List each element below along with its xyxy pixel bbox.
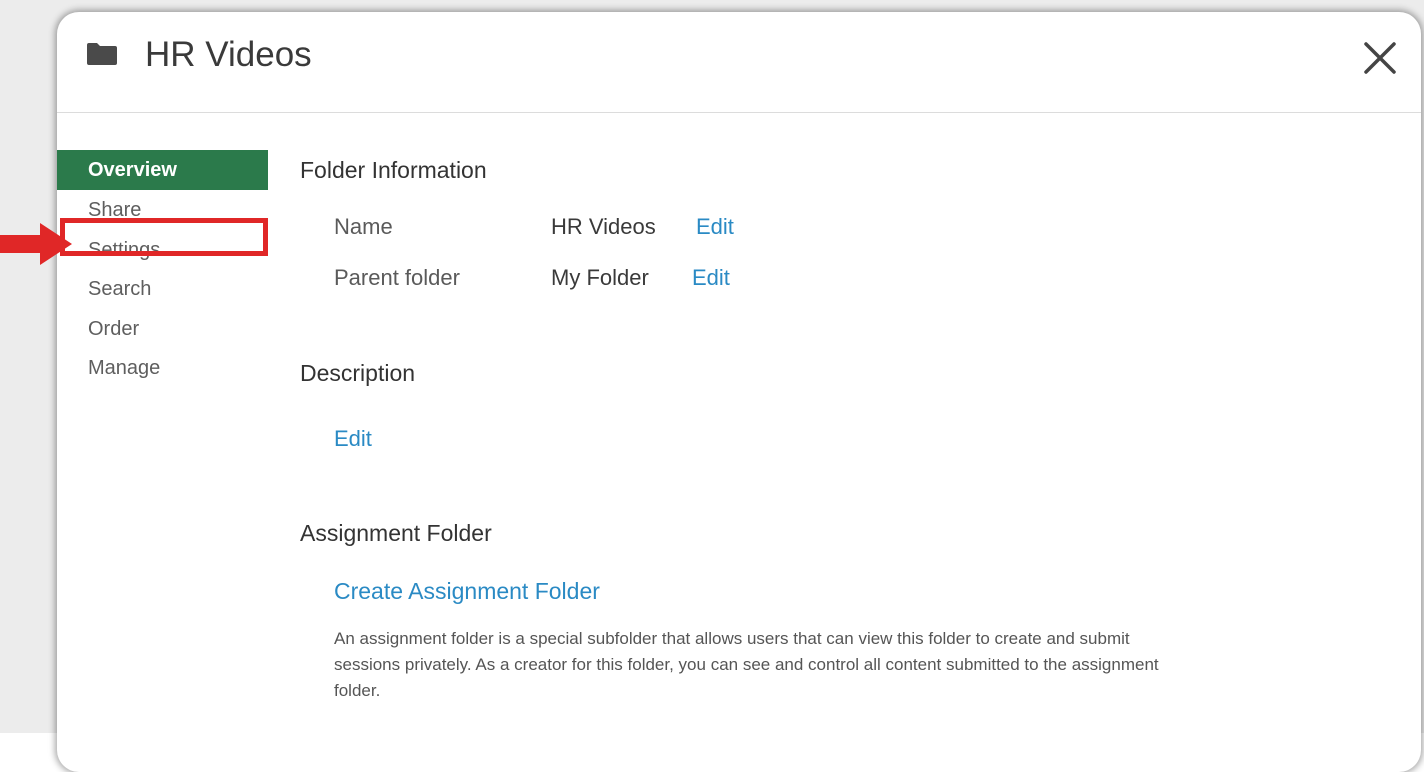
close-icon[interactable] — [1362, 40, 1398, 76]
assignment-folder-description: An assignment folder is a special subfol… — [334, 629, 1159, 700]
folder-information-heading: Folder Information — [300, 157, 487, 183]
edit-description-link[interactable]: Edit — [334, 424, 372, 454]
edit-parent-folder-link[interactable]: Edit — [692, 263, 730, 293]
dialog-title: HR Videos — [145, 35, 312, 74]
sidebar-item-overview[interactable]: Overview — [57, 150, 268, 190]
name-value: HR Videos — [551, 214, 656, 239]
parent-folder-value: My Folder — [551, 265, 649, 290]
folder-dialog: HR Videos Overview Share Settings Search… — [57, 12, 1421, 772]
sidebar-item-search[interactable]: Search — [57, 269, 268, 309]
description-heading: Description — [300, 360, 416, 386]
settings-highlight-annotation — [60, 218, 268, 256]
sidebar-item-manage[interactable]: Manage — [57, 348, 268, 388]
assignment-folder-heading: Assignment Folder — [300, 520, 492, 546]
edit-name-link[interactable]: Edit — [696, 212, 734, 242]
name-label: Name — [334, 214, 393, 239]
sidebar-item-order[interactable]: Order — [57, 309, 268, 349]
parent-folder-label: Parent folder — [334, 265, 460, 290]
annotation-arrow-icon — [0, 223, 72, 265]
create-assignment-folder-link[interactable]: Create Assignment Folder — [334, 576, 600, 606]
dialog-header: HR Videos — [57, 12, 1421, 113]
folder-icon — [87, 43, 117, 65]
